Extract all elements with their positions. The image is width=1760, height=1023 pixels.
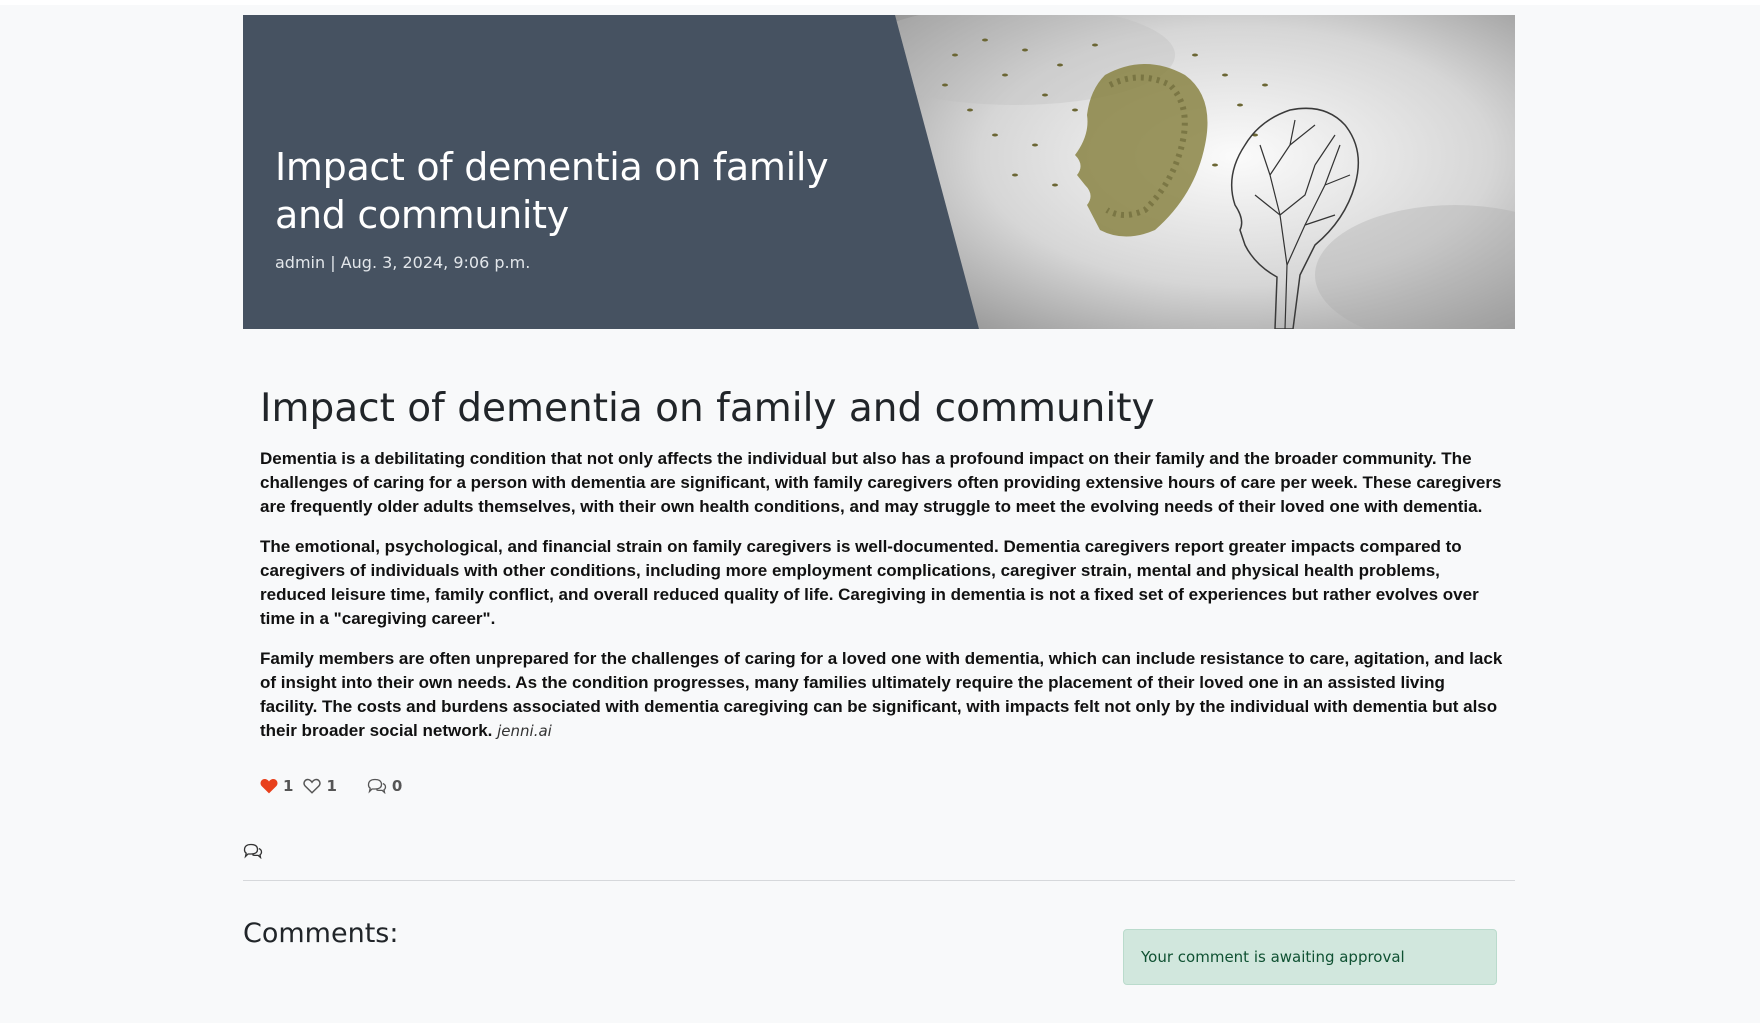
article-body: Impact of dementia on family and communi… [260,385,1505,759]
like-button[interactable]: 1 [260,777,293,795]
section-divider [243,880,1515,881]
article-title: Impact of dementia on family and communi… [260,386,1155,431]
hero-text: Impact of dementia on family and communi… [275,143,875,272]
heart-outline-icon [303,778,322,794]
heart-filled-icon [260,778,278,794]
like-count: 1 [283,777,294,795]
top-bar [0,0,1760,5]
article-source: jenni.ai [497,722,552,740]
hero-title: Impact of dementia on family and communi… [275,145,829,237]
article-paragraph: Family members are often unprepared for … [260,647,1505,743]
unlike-button[interactable]: 1 [303,777,337,795]
comments-icon [367,778,387,794]
hero-banner: Impact of dementia on family and communi… [243,15,1515,329]
post-meta: admin | Aug. 3, 2024, 9:06 p.m. [275,253,531,272]
comments-heading: Comments: [243,918,399,949]
article-paragraph: Dementia is a debilitating condition tha… [260,449,1502,516]
article-paragraph: The emotional, psychological, and financ… [260,537,1479,628]
article-paragraph-text: Family members are often unprepared for … [260,649,1503,740]
unlike-count: 1 [326,777,337,795]
dementia-head-leaves-image [895,15,1515,329]
comment-count-button[interactable]: 0 [367,777,402,795]
post-actions: 1 1 0 [260,777,410,795]
comment-count: 0 [391,777,403,795]
comments-section-icon [243,843,263,859]
post-container: Impact of dementia on family and communi… [243,15,1515,985]
comment-approval-alert: Your comment is awaiting approval [1123,929,1497,985]
